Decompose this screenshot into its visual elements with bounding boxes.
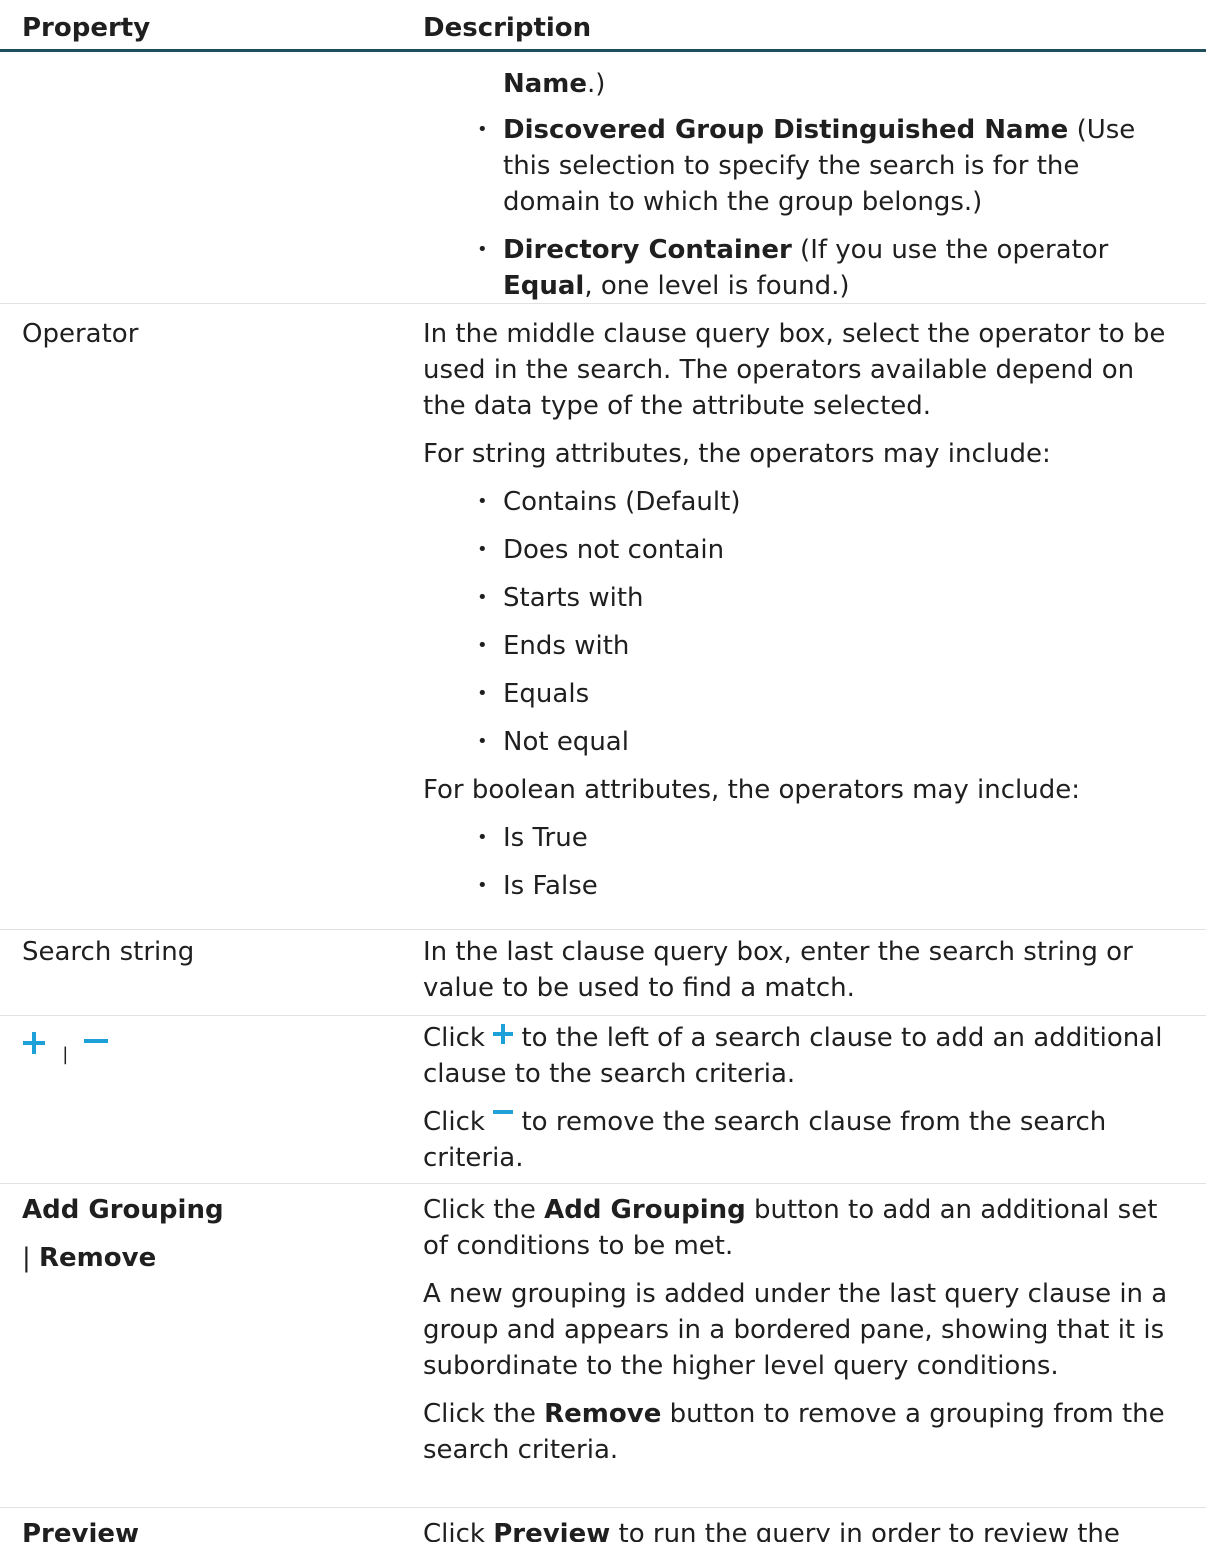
list-item: Ends with bbox=[477, 628, 1183, 664]
paragraph: Click the Add Grouping button to add an … bbox=[423, 1192, 1183, 1264]
table-row: Name.) Discovered Group Distinguished Na… bbox=[0, 52, 1206, 304]
text: (If you use the operator bbox=[791, 235, 1109, 265]
list-item: Is False bbox=[477, 868, 1183, 904]
text: .) bbox=[587, 69, 606, 99]
property-cell: Add Grouping | Remove bbox=[22, 1192, 402, 1276]
property-cell: Operator bbox=[22, 319, 139, 349]
paragraph: For string attributes, the operators may… bbox=[423, 439, 1051, 469]
list-item: Not equal bbox=[477, 724, 1183, 760]
table-row: Search string In the last clause query b… bbox=[0, 930, 1206, 1016]
separator: | bbox=[62, 1044, 69, 1065]
header-property: Property bbox=[22, 13, 151, 43]
bold-text: Preview bbox=[493, 1519, 611, 1542]
list-item: Starts with bbox=[477, 580, 1183, 616]
table-row: | Click to the left of a search clause t… bbox=[0, 1016, 1206, 1184]
bold-text: Name bbox=[503, 69, 588, 99]
bold-text: Directory Container bbox=[503, 235, 792, 265]
paragraph: Click the Remove button to remove a grou… bbox=[423, 1396, 1183, 1468]
paragraph: A new grouping is added under the last q… bbox=[423, 1279, 1168, 1381]
paragraph: Click Preview to run the query in order … bbox=[423, 1516, 1183, 1542]
header-description: Description bbox=[423, 13, 592, 43]
text: | bbox=[22, 1243, 40, 1273]
description-cell: Click the Add Grouping button to add an … bbox=[423, 1192, 1183, 1468]
property-cell: | bbox=[22, 1024, 402, 1073]
minus-icon bbox=[493, 1110, 514, 1114]
text: , one level is found.) bbox=[584, 271, 850, 301]
bold-text: Remove bbox=[39, 1243, 157, 1273]
bold-text: Equal bbox=[503, 271, 585, 301]
bold-text: Add Grouping bbox=[22, 1195, 224, 1225]
bold-text: Add Grouping bbox=[544, 1195, 746, 1225]
table-row: Preview Click Preview to run the query i… bbox=[0, 1508, 1206, 1542]
table-row: Add Grouping | Remove Click the Add Grou… bbox=[0, 1184, 1206, 1508]
description-cell: Click Preview to run the query in order … bbox=[423, 1516, 1183, 1542]
text: Click the bbox=[423, 1399, 545, 1429]
paragraph: Click to the left of a search clause to … bbox=[423, 1020, 1183, 1092]
property-line: Add Grouping bbox=[22, 1192, 402, 1228]
document-page: Property Description Name.) Discovered G… bbox=[0, 0, 1206, 1542]
list-item: Is True bbox=[477, 820, 1183, 856]
list-item: Does not contain bbox=[477, 532, 1183, 568]
bold-text: Preview bbox=[22, 1519, 140, 1542]
continued-text: Name.) bbox=[423, 66, 1183, 102]
paragraph: For boolean attributes, the operators ma… bbox=[423, 775, 1081, 805]
text: Click bbox=[423, 1107, 494, 1137]
list-item: Contains (Default) bbox=[477, 484, 1183, 520]
text: Click bbox=[423, 1519, 494, 1542]
text: to the left of a search clause to add an… bbox=[423, 1023, 1163, 1089]
list-item: Directory Container (If you use the oper… bbox=[477, 232, 1183, 304]
list-item: Equals bbox=[477, 676, 1183, 712]
description-cell: In the middle clause query box, select t… bbox=[423, 316, 1183, 916]
bullet-list: Is True Is False bbox=[423, 820, 1183, 904]
bold-text: Remove bbox=[544, 1399, 662, 1429]
property-line: | Remove bbox=[22, 1240, 402, 1276]
list-item: Discovered Group Distinguished Name (Use… bbox=[477, 112, 1183, 220]
bold-text: Discovered Group Distinguished Name bbox=[503, 115, 1069, 145]
table-header: Property Description bbox=[0, 0, 1206, 52]
description-cell: Click to the left of a search clause to … bbox=[423, 1020, 1183, 1176]
property-cell: Search string bbox=[22, 937, 195, 967]
description-cell: Name.) Discovered Group Distinguished Na… bbox=[423, 66, 1183, 316]
text: Click bbox=[423, 1023, 494, 1053]
property-cell: Preview bbox=[22, 1516, 402, 1542]
paragraph: Click to remove the search clause from t… bbox=[423, 1104, 1183, 1176]
bullet-list: Contains (Default) Does not contain Star… bbox=[423, 484, 1183, 760]
plus-icon bbox=[23, 1031, 45, 1054]
minus-icon bbox=[83, 1038, 108, 1043]
text: to remove the search clause from the sea… bbox=[423, 1107, 1107, 1173]
table-row: Operator In the middle clause query box,… bbox=[0, 304, 1206, 930]
text: Click the bbox=[423, 1195, 545, 1225]
paragraph: In the middle clause query box, select t… bbox=[423, 319, 1166, 421]
bullet-list: Discovered Group Distinguished Name (Use… bbox=[423, 112, 1183, 304]
plus-icon bbox=[493, 1024, 514, 1044]
description-cell: In the last clause query box, enter the … bbox=[423, 937, 1133, 1003]
